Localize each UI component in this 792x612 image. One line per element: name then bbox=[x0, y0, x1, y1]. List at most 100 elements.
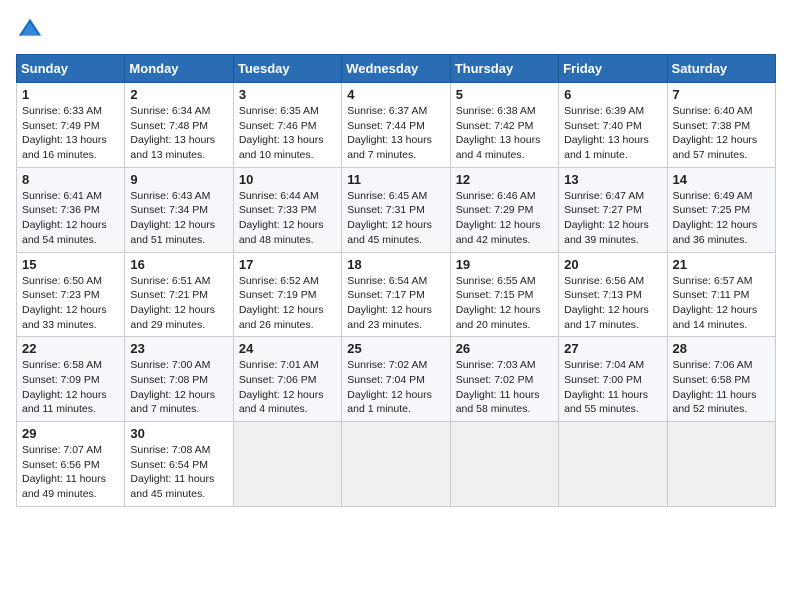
calendar-cell: 8Sunrise: 6:41 AMSunset: 7:36 PMDaylight… bbox=[17, 167, 125, 252]
day-info: Sunrise: 6:35 AMSunset: 7:46 PMDaylight:… bbox=[239, 104, 336, 163]
page-header bbox=[16, 16, 776, 44]
day-number: 14 bbox=[673, 172, 770, 187]
day-header-tuesday: Tuesday bbox=[233, 55, 341, 83]
calendar-cell bbox=[342, 422, 450, 507]
day-info: Sunrise: 6:37 AMSunset: 7:44 PMDaylight:… bbox=[347, 104, 444, 163]
day-number: 4 bbox=[347, 87, 444, 102]
calendar-cell: 18 Sunrise: 6:54 AMSunset: 7:17 PMDayligh… bbox=[342, 252, 450, 337]
day-info: Sunrise: 7:06 AMSunset: 6:58 PMDaylight:… bbox=[673, 358, 770, 417]
day-info: Sunrise: 6:56 AMSunset: 7:13 PMDaylight:… bbox=[564, 274, 661, 333]
calendar-cell: 9 Sunrise: 6:43 AMSunset: 7:34 PMDaylight… bbox=[125, 167, 233, 252]
day-number: 24 bbox=[239, 341, 336, 356]
logo bbox=[16, 16, 48, 44]
day-info: Sunrise: 7:02 AMSunset: 7:04 PMDaylight:… bbox=[347, 358, 444, 417]
calendar-cell: 29 Sunrise: 7:07 AMSunset: 6:56 PMDayligh… bbox=[17, 422, 125, 507]
day-number: 22 bbox=[22, 341, 119, 356]
day-info: Sunrise: 7:08 AMSunset: 6:54 PMDaylight:… bbox=[130, 443, 227, 502]
day-number: 2 bbox=[130, 87, 227, 102]
calendar-cell: 20 Sunrise: 6:56 AMSunset: 7:13 PMDayligh… bbox=[559, 252, 667, 337]
day-info: Sunrise: 6:38 AMSunset: 7:42 PMDaylight:… bbox=[456, 104, 553, 163]
calendar-cell: 17 Sunrise: 6:52 AMSunset: 7:19 PMDayligh… bbox=[233, 252, 341, 337]
calendar-cell: 7 Sunrise: 6:40 AMSunset: 7:38 PMDaylight… bbox=[667, 83, 775, 168]
calendar-cell: 11Sunrise: 6:45 AMSunset: 7:31 PMDayligh… bbox=[342, 167, 450, 252]
calendar-week-row: 15 Sunrise: 6:50 AMSunset: 7:23 PMDayligh… bbox=[17, 252, 776, 337]
day-number: 6 bbox=[564, 87, 661, 102]
calendar-cell: 6 Sunrise: 6:39 AMSunset: 7:40 PMDaylight… bbox=[559, 83, 667, 168]
day-number: 20 bbox=[564, 257, 661, 272]
day-info: Sunrise: 6:55 AMSunset: 7:15 PMDaylight:… bbox=[456, 274, 553, 333]
day-info: Sunrise: 7:01 AMSunset: 7:06 PMDaylight:… bbox=[239, 358, 336, 417]
day-number: 12 bbox=[456, 172, 553, 187]
day-number: 10 bbox=[239, 172, 336, 187]
day-info: Sunrise: 6:34 AMSunset: 7:48 PMDaylight:… bbox=[130, 104, 227, 163]
calendar-cell: 25 Sunrise: 7:02 AMSunset: 7:04 PMDayligh… bbox=[342, 337, 450, 422]
day-number: 23 bbox=[130, 341, 227, 356]
day-info: Sunrise: 6:39 AMSunset: 7:40 PMDaylight:… bbox=[564, 104, 661, 163]
day-info: Sunrise: 6:43 AMSunset: 7:34 PMDaylight:… bbox=[130, 189, 227, 248]
day-number: 29 bbox=[22, 426, 119, 441]
calendar-cell: 3 Sunrise: 6:35 AMSunset: 7:46 PMDaylight… bbox=[233, 83, 341, 168]
day-info: Sunrise: 6:50 AMSunset: 7:23 PMDaylight:… bbox=[22, 274, 119, 333]
calendar-cell: 1 Sunrise: 6:33 AMSunset: 7:49 PMDaylight… bbox=[17, 83, 125, 168]
day-info: Sunrise: 7:03 AMSunset: 7:02 PMDaylight:… bbox=[456, 358, 553, 417]
day-number: 3 bbox=[239, 87, 336, 102]
day-number: 9 bbox=[130, 172, 227, 187]
day-header-friday: Friday bbox=[559, 55, 667, 83]
day-info: Sunrise: 7:04 AMSunset: 7:00 PMDaylight:… bbox=[564, 358, 661, 417]
day-number: 25 bbox=[347, 341, 444, 356]
calendar-cell bbox=[559, 422, 667, 507]
calendar-cell: 27Sunrise: 7:04 AMSunset: 7:00 PMDayligh… bbox=[559, 337, 667, 422]
calendar-cell: 28 Sunrise: 7:06 AMSunset: 6:58 PMDayligh… bbox=[667, 337, 775, 422]
calendar-week-row: 8Sunrise: 6:41 AMSunset: 7:36 PMDaylight… bbox=[17, 167, 776, 252]
calendar-cell: 26 Sunrise: 7:03 AMSunset: 7:02 PMDayligh… bbox=[450, 337, 558, 422]
day-number: 16 bbox=[130, 257, 227, 272]
day-info: Sunrise: 6:51 AMSunset: 7:21 PMDaylight:… bbox=[130, 274, 227, 333]
day-info: Sunrise: 6:45 AMSunset: 7:31 PMDaylight:… bbox=[347, 189, 444, 248]
day-number: 26 bbox=[456, 341, 553, 356]
logo-icon bbox=[16, 16, 44, 44]
day-header-sunday: Sunday bbox=[17, 55, 125, 83]
calendar-cell: 14 Sunrise: 6:49 AMSunset: 7:25 PMDayligh… bbox=[667, 167, 775, 252]
day-number: 15 bbox=[22, 257, 119, 272]
day-info: Sunrise: 7:00 AMSunset: 7:08 PMDaylight:… bbox=[130, 358, 227, 417]
calendar-cell: 5 Sunrise: 6:38 AMSunset: 7:42 PMDaylight… bbox=[450, 83, 558, 168]
day-number: 1 bbox=[22, 87, 119, 102]
day-info: Sunrise: 7:07 AMSunset: 6:56 PMDaylight:… bbox=[22, 443, 119, 502]
calendar-cell: 23 Sunrise: 7:00 AMSunset: 7:08 PMDayligh… bbox=[125, 337, 233, 422]
calendar-cell: 22 Sunrise: 6:58 AMSunset: 7:09 PMDayligh… bbox=[17, 337, 125, 422]
calendar-cell bbox=[233, 422, 341, 507]
day-info: Sunrise: 6:52 AMSunset: 7:19 PMDaylight:… bbox=[239, 274, 336, 333]
day-number: 19 bbox=[456, 257, 553, 272]
day-header-saturday: Saturday bbox=[667, 55, 775, 83]
calendar-cell: 24 Sunrise: 7:01 AMSunset: 7:06 PMDayligh… bbox=[233, 337, 341, 422]
day-number: 17 bbox=[239, 257, 336, 272]
calendar-week-row: 22 Sunrise: 6:58 AMSunset: 7:09 PMDayligh… bbox=[17, 337, 776, 422]
day-header-monday: Monday bbox=[125, 55, 233, 83]
calendar-cell: 19 Sunrise: 6:55 AMSunset: 7:15 PMDayligh… bbox=[450, 252, 558, 337]
day-info: Sunrise: 6:54 AMSunset: 7:17 PMDaylight:… bbox=[347, 274, 444, 333]
day-number: 13 bbox=[564, 172, 661, 187]
calendar-cell: 10 Sunrise: 6:44 AMSunset: 7:33 PMDayligh… bbox=[233, 167, 341, 252]
calendar-table: SundayMondayTuesdayWednesdayThursdayFrid… bbox=[16, 54, 776, 507]
calendar-cell: 30 Sunrise: 7:08 AMSunset: 6:54 PMDayligh… bbox=[125, 422, 233, 507]
day-number: 18 bbox=[347, 257, 444, 272]
calendar-week-row: 1 Sunrise: 6:33 AMSunset: 7:49 PMDaylight… bbox=[17, 83, 776, 168]
calendar-cell bbox=[667, 422, 775, 507]
calendar-cell: 2 Sunrise: 6:34 AMSunset: 7:48 PMDaylight… bbox=[125, 83, 233, 168]
day-number: 30 bbox=[130, 426, 227, 441]
day-info: Sunrise: 6:40 AMSunset: 7:38 PMDaylight:… bbox=[673, 104, 770, 163]
day-info: Sunrise: 6:33 AMSunset: 7:49 PMDaylight:… bbox=[22, 104, 119, 163]
day-number: 7 bbox=[673, 87, 770, 102]
calendar-cell: 12 Sunrise: 6:46 AMSunset: 7:29 PMDayligh… bbox=[450, 167, 558, 252]
day-info: Sunrise: 6:46 AMSunset: 7:29 PMDaylight:… bbox=[456, 189, 553, 248]
day-info: Sunrise: 6:44 AMSunset: 7:33 PMDaylight:… bbox=[239, 189, 336, 248]
day-info: Sunrise: 6:47 AMSunset: 7:27 PMDaylight:… bbox=[564, 189, 661, 248]
day-info: Sunrise: 6:49 AMSunset: 7:25 PMDaylight:… bbox=[673, 189, 770, 248]
calendar-cell: 21Sunrise: 6:57 AMSunset: 7:11 PMDayligh… bbox=[667, 252, 775, 337]
calendar-header-row: SundayMondayTuesdayWednesdayThursdayFrid… bbox=[17, 55, 776, 83]
day-number: 21 bbox=[673, 257, 770, 272]
day-info: Sunrise: 6:58 AMSunset: 7:09 PMDaylight:… bbox=[22, 358, 119, 417]
day-info: Sunrise: 6:41 AMSunset: 7:36 PMDaylight:… bbox=[22, 189, 119, 248]
day-number: 5 bbox=[456, 87, 553, 102]
day-number: 28 bbox=[673, 341, 770, 356]
